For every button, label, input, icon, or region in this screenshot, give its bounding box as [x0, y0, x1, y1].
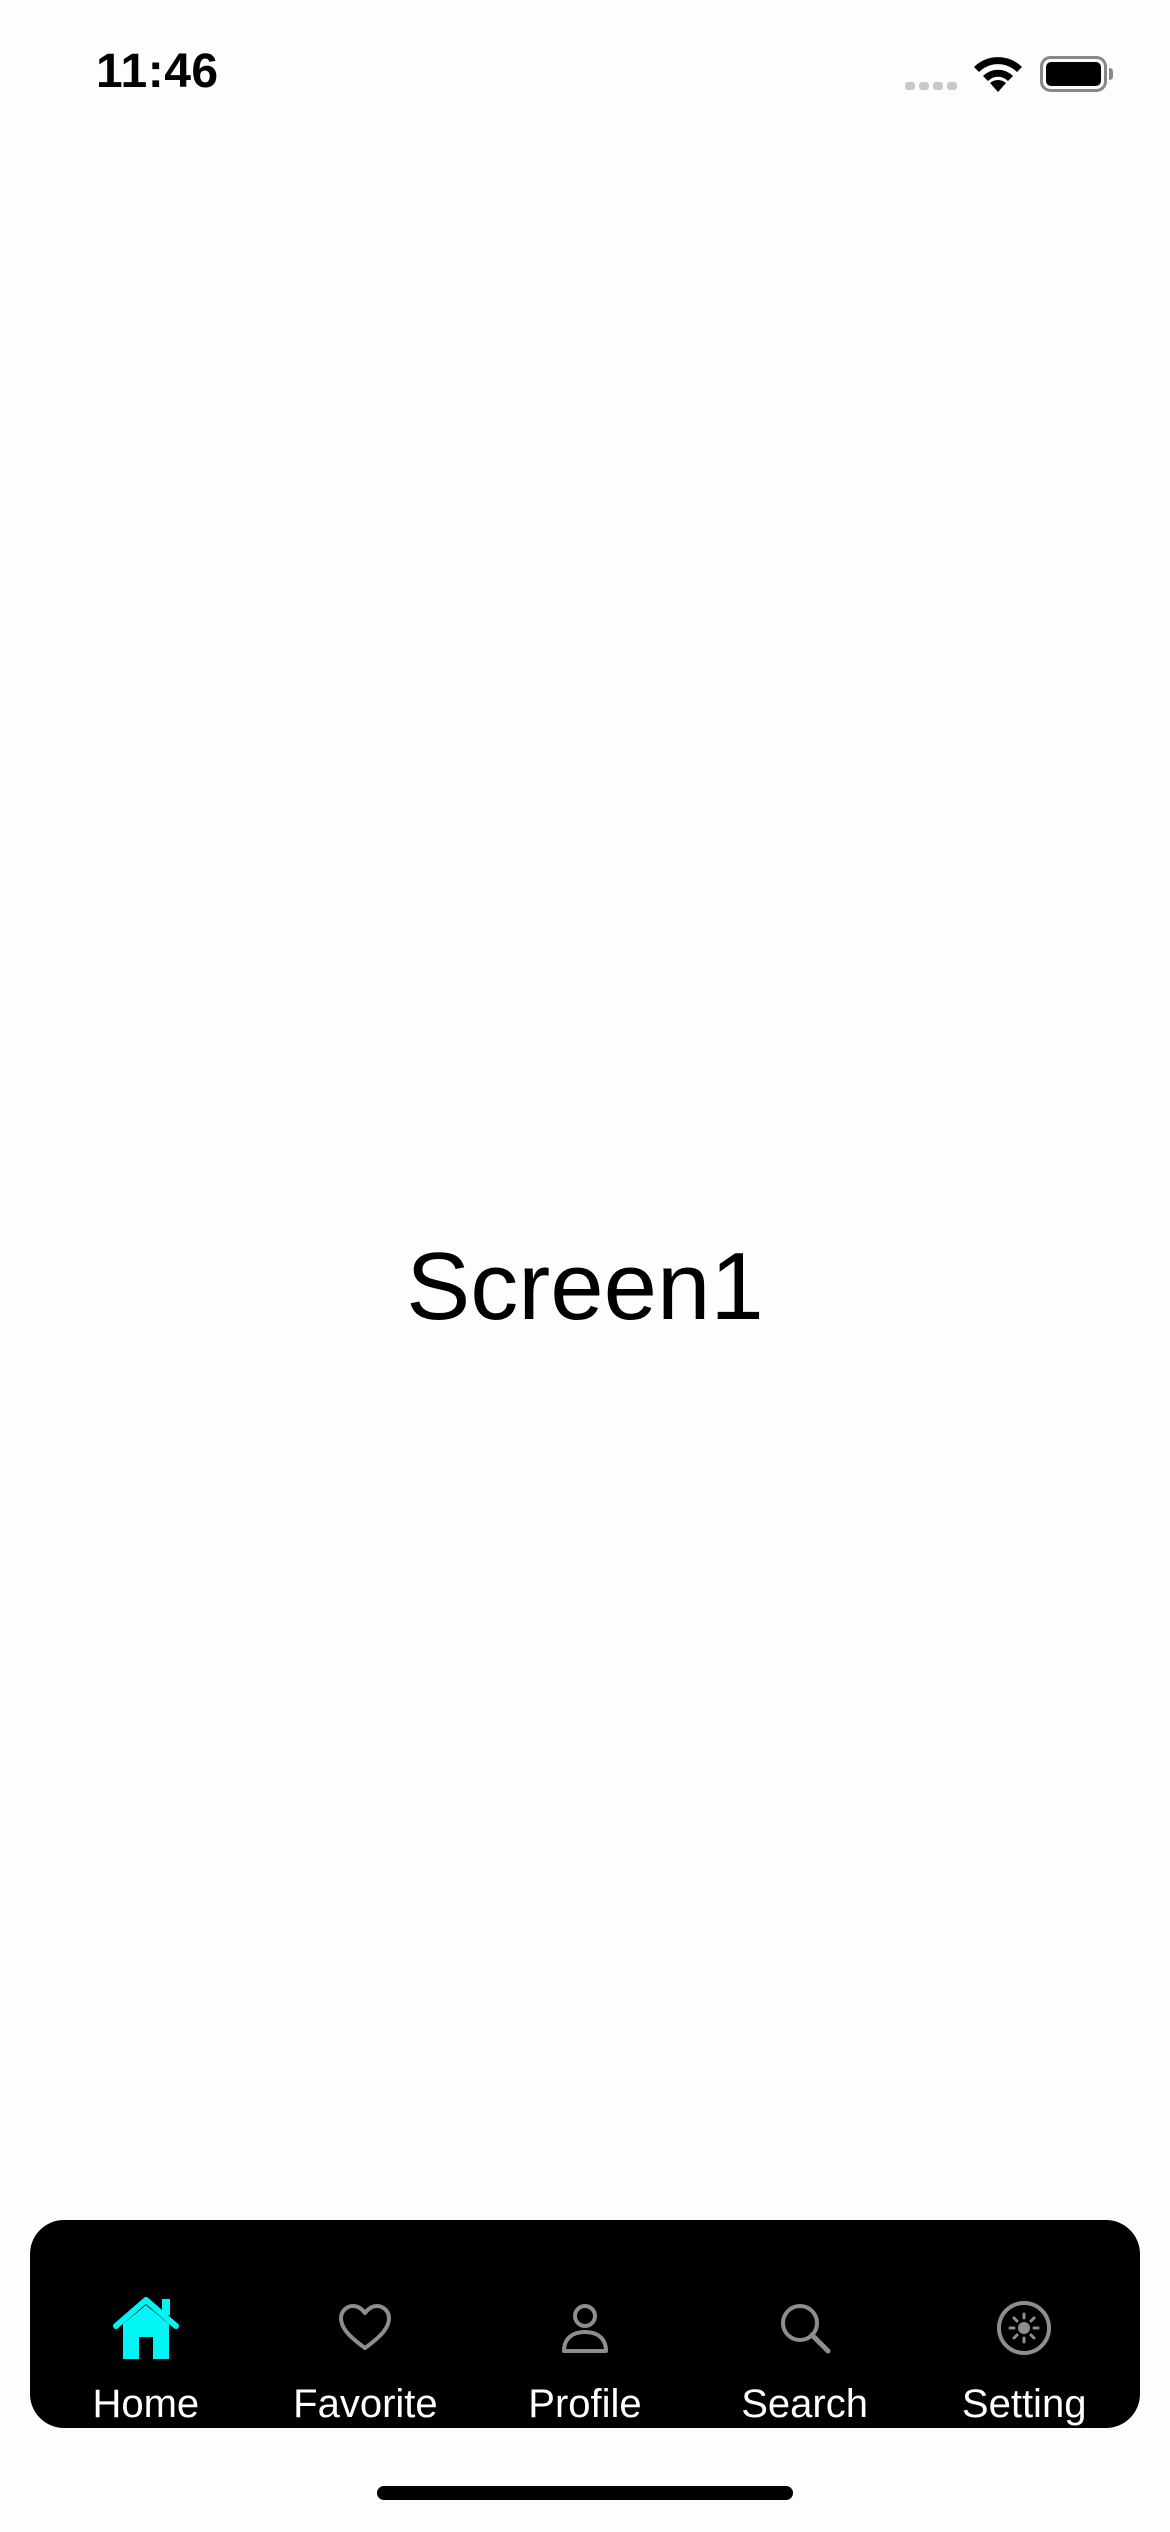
tab-search-label: Search — [741, 2382, 868, 2426]
person-icon — [545, 2288, 625, 2368]
home-indicator[interactable] — [377, 2486, 793, 2500]
tab-favorite[interactable]: Favorite — [265, 2220, 465, 2428]
wifi-icon — [974, 57, 1022, 92]
tab-favorite-label: Favorite — [293, 2382, 438, 2426]
tab-search[interactable]: Search — [705, 2220, 905, 2428]
status-bar: 11:46 — [0, 0, 1170, 150]
tab-profile-label: Profile — [528, 2382, 642, 2426]
home-icon — [106, 2288, 186, 2368]
tab-profile[interactable]: Profile — [485, 2220, 685, 2428]
heart-icon — [325, 2288, 405, 2368]
sun-icon — [984, 2288, 1064, 2368]
cellular-signal-icon — [905, 82, 957, 90]
tab-home[interactable]: Home — [46, 2220, 246, 2428]
tab-setting-label: Setting — [961, 2382, 1087, 2426]
tab-bar: Home Favorite Profile Search Setting — [30, 2220, 1140, 2428]
search-icon — [765, 2288, 845, 2368]
app-screen: 11:46 Screen1 Home Favorite Profile Sear… — [0, 0, 1170, 2532]
screen-title: Screen1 — [406, 1233, 764, 1340]
status-time: 11:46 — [96, 45, 219, 98]
battery-icon — [1040, 56, 1113, 92]
tab-setting[interactable]: Setting — [924, 2220, 1124, 2428]
tab-home-label: Home — [92, 2382, 200, 2426]
